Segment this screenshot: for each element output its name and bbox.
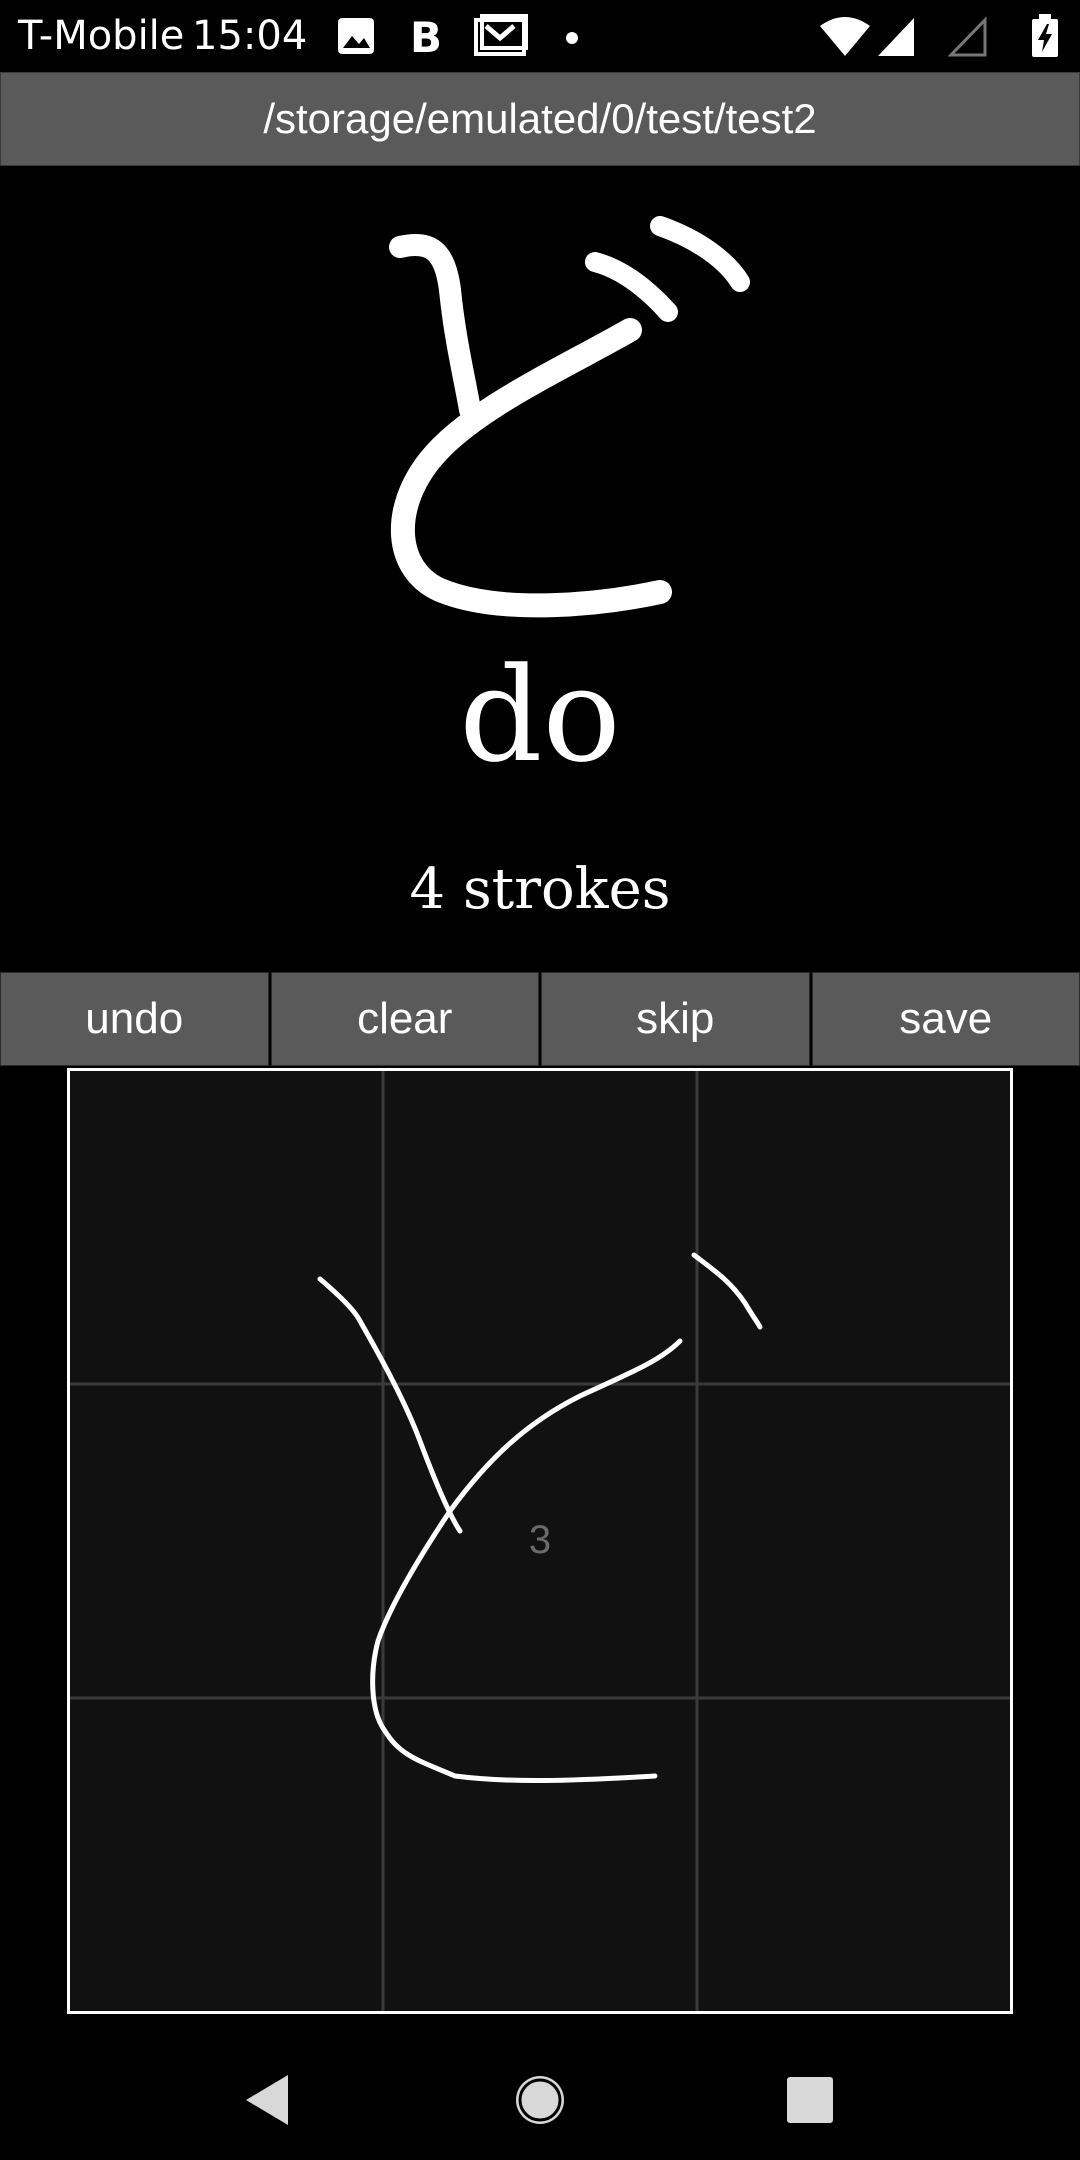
- bold-b-icon: B: [410, 14, 442, 58]
- mail-icon: [474, 14, 528, 56]
- stroke-count-label: 4 strokes: [409, 857, 671, 922]
- image-icon: [338, 18, 374, 54]
- reference-character: ど: [389, 216, 750, 618]
- recents-icon[interactable]: [770, 2060, 850, 2140]
- signal-icon: [878, 18, 914, 56]
- battery-charging-icon: [1032, 14, 1058, 57]
- back-icon[interactable]: [228, 2060, 308, 2140]
- user-stroke-3: [691, 1252, 763, 1330]
- svg-text:B: B: [410, 14, 442, 58]
- undo-button[interactable]: undo: [0, 972, 269, 1066]
- clear-button[interactable]: clear: [270, 972, 539, 1066]
- home-icon[interactable]: [500, 2060, 580, 2140]
- user-stroke-1: [317, 1276, 463, 1534]
- status-time: 15:04: [192, 13, 308, 59]
- romaji-label: do: [459, 639, 621, 791]
- dot-icon: [566, 32, 578, 44]
- drawing-canvas[interactable]: 3: [67, 1068, 1013, 2014]
- carrier-name: T-Mobile: [18, 13, 185, 59]
- signal-empty-icon: [948, 16, 987, 57]
- skip-button[interactable]: skip: [541, 972, 810, 1066]
- action-button-row: undo clear skip save: [0, 972, 1080, 1066]
- wifi-icon: [820, 17, 870, 56]
- file-path: /storage/emulated/0/test/test2: [263, 95, 817, 142]
- save-button[interactable]: save: [811, 972, 1080, 1066]
- file-path-bar: /storage/emulated/0/test/test2: [0, 72, 1080, 166]
- status-bar: T-Mobile 15:04 B: [0, 0, 1080, 72]
- navigation-bar: [0, 2030, 1080, 2160]
- current-stroke-number: 3: [528, 1518, 552, 1562]
